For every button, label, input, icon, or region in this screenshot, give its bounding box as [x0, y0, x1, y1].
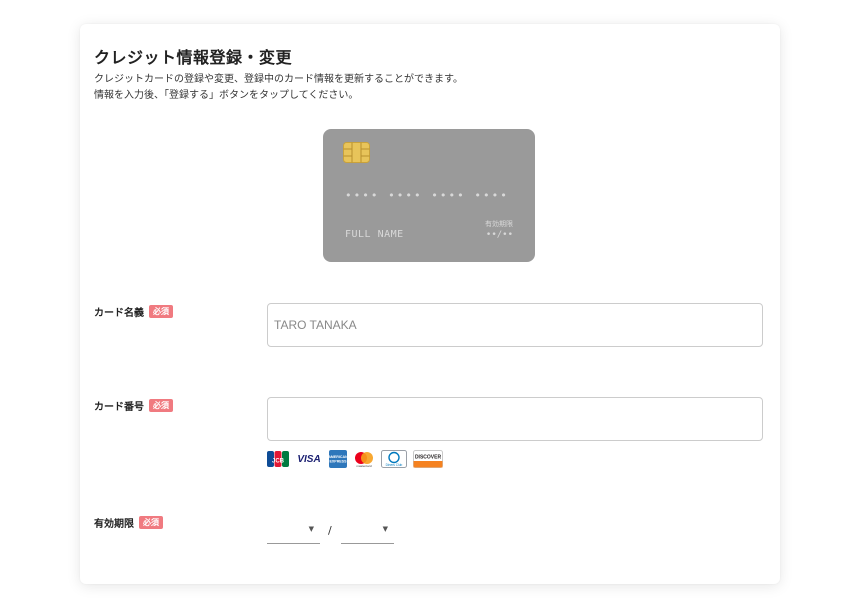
expiry-label: 有効期限 必須: [94, 515, 163, 530]
description-line-1: クレジットカードの登録や変更、登録中のカード情報を更新することができます。: [94, 74, 463, 85]
card-number-label-text: カード番号: [94, 402, 144, 413]
amex-logo: AMERICAN EXPRESS: [329, 450, 347, 468]
card-expiry-label: 有効期限: [485, 220, 513, 228]
required-badge: 必須: [139, 516, 163, 529]
description-line-2: 情報を入力後、「登録する」ボタンをタップしてください。: [94, 90, 359, 101]
card-number-input[interactable]: [267, 397, 763, 441]
card-name-label-text: カード名義: [94, 308, 144, 319]
discover-logo: DISCOVER: [413, 450, 443, 468]
card-brand-logos: JCB VISA AMERICAN EXPRESS mastercard Din…: [267, 450, 443, 468]
visa-logo: VISA: [297, 453, 321, 465]
credit-card-form-panel: クレジット情報登録・変更 クレジットカードの登録や変更、登録中のカード情報を更新…: [80, 24, 780, 584]
expiry-year-select[interactable]: ▼: [341, 520, 394, 544]
page-description: クレジットカードの登録や変更、登録中のカード情報を更新することができます。 情報…: [94, 72, 463, 104]
svg-text:Diners Club: Diners Club: [386, 463, 403, 467]
expiry-label-text: 有効期限: [94, 519, 134, 530]
svg-text:EXPRESS: EXPRESS: [330, 460, 347, 464]
card-number-preview: •••• •••• •••• ••••: [345, 189, 509, 202]
svg-text:AMERICAN: AMERICAN: [329, 455, 347, 459]
card-preview: •••• •••• •••• •••• FULL NAME 有効期限 ••/••: [323, 129, 535, 262]
chevron-down-icon: ▼: [308, 525, 314, 533]
jcb-logo: JCB: [267, 451, 289, 467]
jcb-logo-text: JCB: [272, 459, 285, 465]
card-name-preview: FULL NAME: [345, 229, 404, 240]
required-badge: 必須: [149, 305, 173, 318]
expiry-month-select[interactable]: ▼: [267, 520, 320, 544]
card-chip-icon: [343, 142, 370, 163]
page-title: クレジット情報登録・変更: [94, 48, 293, 67]
required-badge: 必須: [149, 399, 173, 412]
diners-club-logo: Diners Club: [381, 450, 407, 468]
svg-text:DISCOVER: DISCOVER: [415, 455, 442, 461]
card-name-label: カード名義 必須: [94, 304, 173, 319]
svg-text:mastercard: mastercard: [356, 464, 371, 468]
card-name-input[interactable]: [267, 303, 763, 347]
card-expiry-preview: ••/••: [485, 230, 513, 240]
chevron-down-icon: ▼: [382, 525, 388, 533]
card-number-label: カード番号 必須: [94, 398, 173, 413]
mastercard-logo: mastercard: [355, 452, 373, 468]
expiry-separator: /: [328, 524, 332, 537]
